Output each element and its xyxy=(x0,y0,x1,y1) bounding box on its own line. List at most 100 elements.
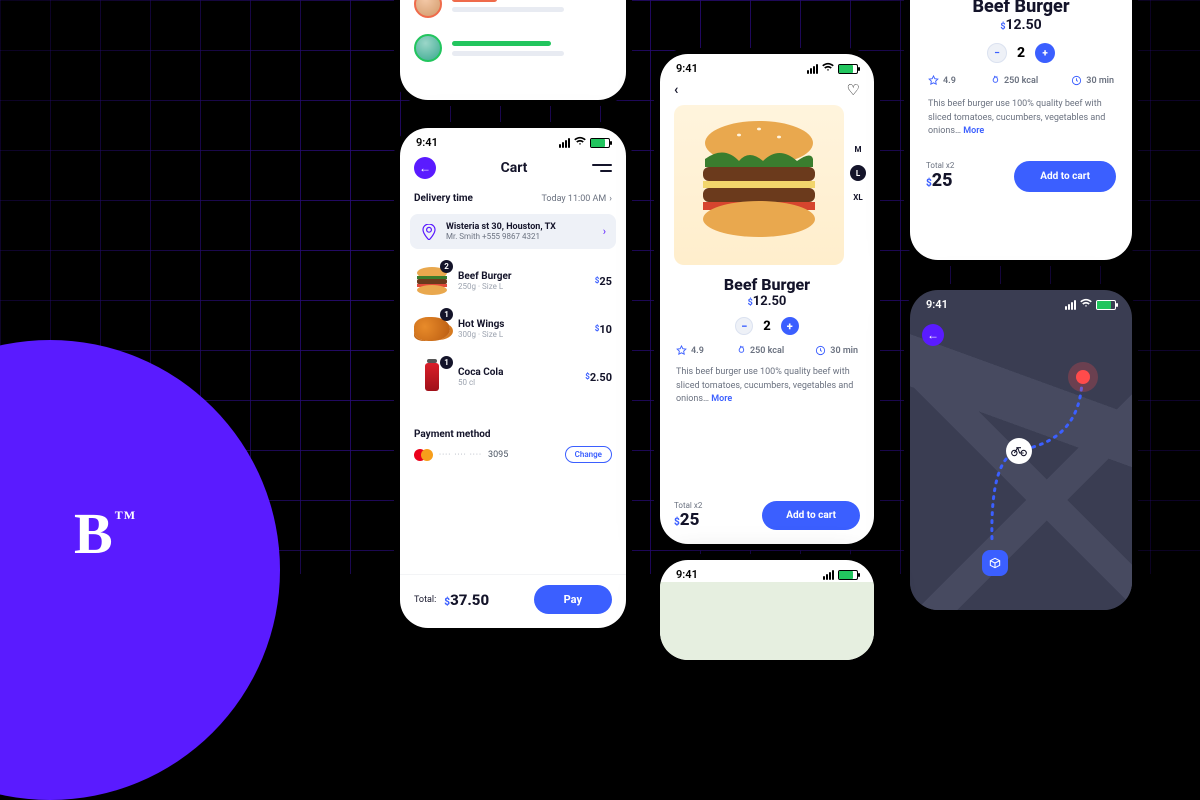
signal-icon xyxy=(559,138,570,148)
delivery-time-value: Today 11:00 AM xyxy=(541,194,606,204)
status-bar: 9:41 xyxy=(910,290,1132,315)
back-button[interactable]: ‹ xyxy=(674,82,678,98)
brand-logo: BTM xyxy=(74,500,134,567)
calories-stat: 250 kcal xyxy=(735,345,784,356)
delivery-address-row[interactable]: Wisteria st 30, Houston, TX Mr. Smith +5… xyxy=(410,214,616,249)
battery-icon xyxy=(1096,300,1116,310)
wifi-icon xyxy=(1080,298,1092,311)
flame-icon xyxy=(735,345,746,356)
size-option-m[interactable]: M xyxy=(850,141,866,157)
avatar xyxy=(414,0,442,18)
product-description: This beef burger use 100% quality beef w… xyxy=(660,366,874,407)
map-phone-fragment: 9:41 xyxy=(660,560,874,660)
product-phone: 9:41 ‹ ♡ M L XL Beef Burger $12.50 − xyxy=(660,54,874,544)
cart-item[interactable]: 1 Hot Wings 300g · Size L $10 xyxy=(414,305,612,353)
product-price: $12.50 xyxy=(910,17,1132,33)
qty-value: 2 xyxy=(1017,45,1025,61)
avatar xyxy=(414,34,442,62)
battery-icon xyxy=(590,138,610,148)
total-label: Total: xyxy=(414,595,436,605)
add-to-cart-button[interactable]: Add to cart xyxy=(1014,161,1116,192)
more-link[interactable]: More xyxy=(963,126,984,136)
battery-icon xyxy=(838,64,858,74)
item-sub: 300g · Size L xyxy=(458,330,504,339)
cart-item[interactable]: 2 Beef Burger 250g · Size L $25 xyxy=(414,257,612,305)
item-thumb: 1 xyxy=(414,359,450,395)
card-last4: 3095 xyxy=(488,450,508,460)
product-name: Beef Burger xyxy=(660,275,874,294)
item-sub: 250g · Size L xyxy=(458,282,512,291)
item-price: $10 xyxy=(595,323,612,336)
cart-item[interactable]: 1 Coca Cola 50 cl $2.50 xyxy=(414,353,612,401)
address-line1: Wisteria st 30, Houston, TX xyxy=(446,222,556,232)
star-icon xyxy=(676,345,687,356)
item-name: Beef Burger xyxy=(458,271,512,282)
leaderboard-phone-fragment xyxy=(400,0,626,100)
map-canvas[interactable] xyxy=(660,582,874,660)
signal-icon xyxy=(1065,300,1076,310)
status-time: 9:41 xyxy=(676,62,698,75)
favorite-button[interactable]: ♡ xyxy=(847,81,860,99)
more-link[interactable]: More xyxy=(711,394,732,404)
origin-marker[interactable] xyxy=(1076,370,1090,384)
rating-stat: 4.9 xyxy=(676,345,704,356)
product-description: This beef burger use 100% quality beef w… xyxy=(910,98,1132,139)
item-thumb: 2 xyxy=(414,263,450,299)
calories-stat: 250 kcal xyxy=(989,75,1038,86)
card-mask: ···· ···· ···· xyxy=(439,450,482,459)
add-to-cart-button[interactable]: Add to cart xyxy=(762,501,860,530)
item-price: $2.50 xyxy=(585,371,612,384)
qty-badge: 1 xyxy=(440,356,453,369)
time-stat: 30 min xyxy=(815,345,858,356)
menu-button[interactable] xyxy=(592,164,612,172)
status-time: 9:41 xyxy=(676,568,698,581)
progress-bars xyxy=(452,0,612,12)
qty-value: 2 xyxy=(763,319,771,334)
product-image: M L XL xyxy=(674,105,844,265)
qty-badge: 2 xyxy=(440,260,453,273)
qty-increase-button[interactable]: + xyxy=(1035,43,1055,63)
subtotal-value: $25 xyxy=(674,510,702,530)
subtotal-label: Total x2 xyxy=(926,161,954,170)
delivery-time-row[interactable]: Delivery time Today 11:00 AM xyxy=(400,187,626,210)
page-title: Cart xyxy=(501,160,528,176)
package-icon xyxy=(988,556,1002,570)
item-price: $25 xyxy=(595,275,612,288)
chevron-right-icon xyxy=(603,225,606,238)
pay-button[interactable]: Pay xyxy=(534,585,612,614)
back-button[interactable]: ← xyxy=(922,324,944,346)
item-name: Coca Cola xyxy=(458,367,503,378)
qty-decrease-button[interactable]: − xyxy=(987,43,1007,63)
list-item xyxy=(414,0,612,18)
map-pin-icon xyxy=(420,223,438,241)
status-bar: 9:41 xyxy=(660,54,874,79)
list-item xyxy=(414,34,612,62)
delivery-time-label: Delivery time xyxy=(414,193,473,204)
destination-marker[interactable] xyxy=(982,550,1008,576)
total-value: $37.50 xyxy=(444,591,489,609)
cart-phone: 9:41 ← Cart Delivery time Today 11:00 AM… xyxy=(400,128,626,628)
change-button[interactable]: Change xyxy=(565,446,612,463)
wifi-icon xyxy=(822,62,834,75)
signal-icon xyxy=(807,64,818,74)
item-thumb: 1 xyxy=(414,311,450,347)
status-time: 9:41 xyxy=(926,298,948,311)
signal-icon xyxy=(823,570,834,580)
qty-decrease-button[interactable]: − xyxy=(735,317,753,335)
size-option-xl[interactable]: XL xyxy=(850,189,866,205)
wifi-icon xyxy=(574,136,586,149)
bike-icon xyxy=(1011,445,1027,457)
subtotal-value: $25 xyxy=(926,170,954,191)
status-time: 9:41 xyxy=(416,136,438,149)
product-name: Beef Burger xyxy=(910,0,1132,17)
payment-method-row[interactable]: ···· ···· ···· 3095 Change xyxy=(400,444,626,465)
qty-increase-button[interactable]: + xyxy=(781,317,799,335)
back-button[interactable]: ← xyxy=(414,157,436,179)
item-name: Hot Wings xyxy=(458,319,504,330)
battery-icon xyxy=(838,570,858,580)
map-phone: 9:41 ← xyxy=(910,290,1132,610)
size-option-l[interactable]: L xyxy=(850,165,866,181)
chevron-right-icon xyxy=(609,194,612,204)
address-line2: Mr. Smith +555 9867 4321 xyxy=(446,232,556,241)
courier-marker[interactable] xyxy=(1006,438,1032,464)
